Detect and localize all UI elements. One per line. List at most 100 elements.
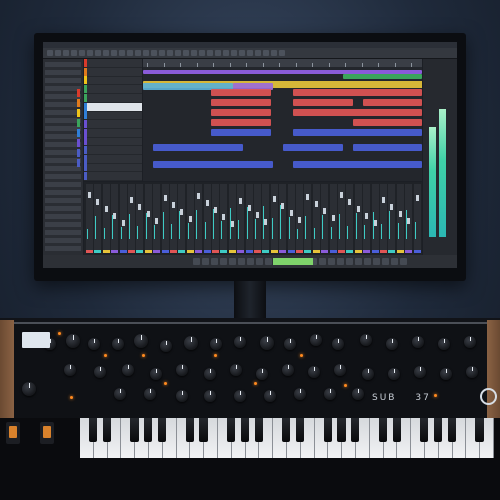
channel-color-tag	[153, 250, 161, 253]
synth-knob	[204, 368, 216, 380]
inspector-row	[45, 246, 81, 251]
mixer-channel-strip	[413, 184, 421, 253]
channel-color-tag	[405, 250, 413, 253]
channel-color-tag	[102, 250, 110, 253]
black-key	[130, 418, 139, 442]
black-key	[157, 418, 167, 442]
track-row	[84, 146, 142, 155]
mixer-channel-strip	[287, 184, 295, 253]
channel-color-tag	[338, 250, 345, 253]
toolbar-button	[135, 50, 141, 56]
inspector-row	[45, 174, 81, 179]
black-key	[226, 418, 236, 442]
inspector-panel	[43, 59, 83, 255]
toolbar-button	[55, 50, 61, 56]
synth-led	[142, 354, 145, 357]
inspector-color-bar	[77, 129, 80, 137]
transport-button	[265, 258, 272, 265]
black-key	[254, 418, 263, 442]
synth-knob	[64, 364, 76, 376]
mixer-channel-strip	[86, 184, 93, 253]
channel-color-tag	[346, 250, 354, 253]
channel-color-tag	[371, 250, 379, 253]
channel-meter	[137, 226, 139, 239]
channel-fader	[398, 211, 402, 217]
track-color-swatch	[84, 172, 87, 181]
synth-knob	[308, 366, 320, 378]
mixer-channel-strip	[296, 184, 303, 253]
inspector-row	[45, 150, 81, 155]
inspector-row	[45, 94, 81, 99]
channel-color-tag	[296, 250, 303, 253]
ruler-tick	[229, 63, 231, 67]
synth-knob	[324, 388, 336, 400]
channel-fader	[188, 216, 192, 222]
synth-knob	[204, 390, 216, 402]
mixer-channel-strip	[178, 184, 186, 253]
mixer-channel-strip	[94, 184, 102, 253]
transport-button	[391, 258, 398, 265]
channel-color-tag	[128, 250, 135, 253]
mixer-channel-strip	[304, 184, 312, 253]
track-color-swatch	[84, 119, 87, 128]
synth-knob	[414, 366, 426, 378]
synth-knob	[362, 368, 374, 380]
channel-fader	[247, 205, 251, 211]
synth-knob	[160, 340, 172, 352]
channel-color-tag	[262, 250, 270, 253]
channel-meter	[120, 227, 122, 239]
track-color-swatch	[84, 163, 87, 172]
channel-color-tag	[161, 250, 169, 253]
black-key	[295, 418, 305, 442]
channel-meter	[179, 211, 181, 239]
ruler-tick	[196, 63, 198, 67]
mixer-panel	[84, 182, 422, 255]
channel-meter	[364, 225, 366, 239]
inspector-row	[45, 198, 81, 203]
channel-meter	[145, 213, 147, 239]
arrange-clip	[293, 129, 422, 136]
toolbar-button	[239, 50, 245, 56]
channel-fader	[390, 204, 394, 210]
channel-fader	[96, 199, 100, 205]
channel-color-tag	[220, 250, 228, 253]
channel-color-tag	[178, 250, 186, 253]
mixer-channel-strip	[380, 184, 387, 253]
black-key	[88, 418, 98, 442]
mixer-channel-strip	[220, 184, 228, 253]
channel-meter	[263, 206, 265, 239]
mixer-channel-strip	[212, 184, 219, 253]
synth-knob	[352, 388, 364, 400]
transport-bar	[43, 255, 457, 268]
track-band-green	[343, 74, 422, 79]
synth-knob	[412, 336, 424, 348]
channel-meter	[322, 215, 324, 239]
toolbar-button	[119, 50, 125, 56]
transport-button	[319, 258, 326, 265]
toolbar-button	[47, 50, 53, 56]
synth-knob	[294, 388, 306, 400]
arrange-clip	[211, 129, 271, 136]
channel-color-tag	[413, 250, 421, 253]
toolbar-button	[247, 50, 253, 56]
inspector-row	[45, 126, 81, 131]
toolbar-button	[279, 50, 285, 56]
synth-knob	[88, 338, 100, 350]
synth-led	[300, 354, 303, 357]
arrange-clip	[363, 99, 422, 106]
arrange-window	[143, 59, 422, 181]
ruler-tick	[345, 63, 346, 67]
inspector-row	[45, 166, 81, 171]
mixer-channel-strip	[186, 184, 194, 253]
inspector-row	[45, 118, 81, 123]
synth-led	[164, 382, 167, 385]
track-color-swatch	[84, 137, 87, 146]
toolbar-button	[167, 50, 173, 56]
transport-button	[256, 258, 263, 265]
channel-fader	[205, 200, 209, 206]
track-row	[84, 102, 142, 112]
track-row	[84, 163, 142, 173]
channel-fader	[146, 211, 150, 217]
channel-fader	[407, 218, 411, 224]
channel-fader	[289, 210, 293, 216]
